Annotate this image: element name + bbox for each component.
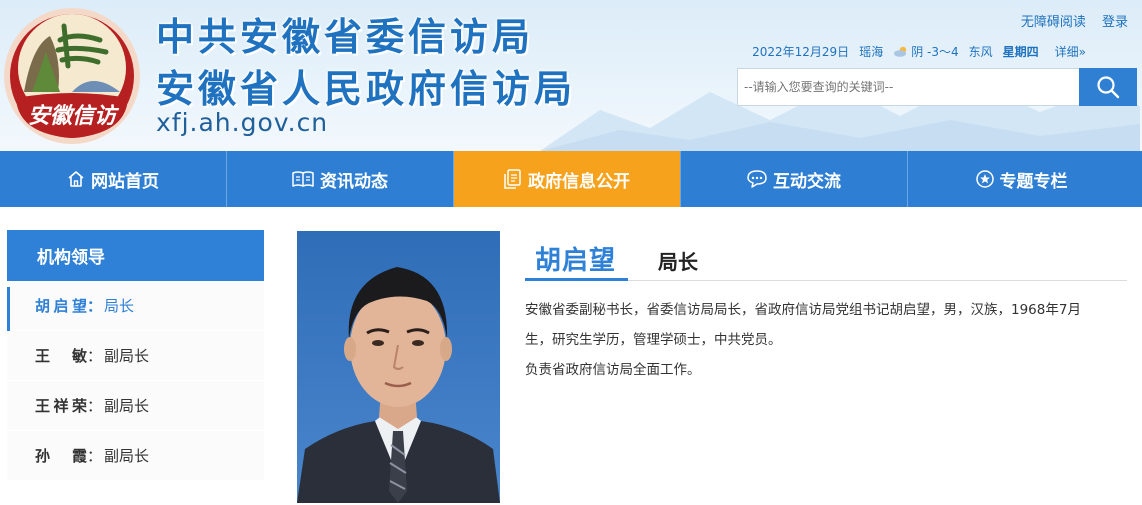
leader-sidebar: 机构领导 胡启望：局长 王敏：副局长 王祥荣：副局长 孙霞：副局长 — [7, 230, 264, 481]
leader-role: 副局长 — [104, 447, 150, 465]
svg-text:安徽信访: 安徽信访 — [28, 103, 120, 129]
sidebar-item-leader[interactable]: 王祥荣：副局长 — [7, 381, 264, 431]
duty-text: 负责省政府信访局全面工作。 — [525, 362, 701, 378]
nav-label: 网站首页 — [91, 171, 159, 192]
search-icon — [1097, 76, 1120, 99]
sidebar-item-leader[interactable]: 王敏：副局长 — [7, 331, 264, 381]
main-nav: 网站首页 资讯动态 政府信息公开 互动交流 专题专栏 — [0, 151, 1142, 207]
top-links: 无障碍阅读 登录 — [1009, 11, 1128, 30]
bio-line: 安徽省委副秘书长，省委信访局局长，省政府信访局党组书记胡启望，男，汉族，1968… — [525, 302, 1081, 318]
leader-role: 副局长 — [104, 397, 150, 415]
document-icon — [504, 169, 521, 189]
sidebar-heading: 机构领导 — [7, 230, 264, 281]
leader-name: 王敏 — [35, 347, 87, 365]
bio-line: 生，研究生学历，管理学硕士，中共党员。 — [525, 332, 782, 348]
site-title-line1: 中共安徽省委信访局 — [156, 15, 535, 59]
nav-item-special[interactable]: 专题专栏 — [908, 151, 1135, 207]
nav-item-gov-info[interactable]: 政府信息公开 — [454, 151, 681, 207]
weather-condition: 阴 -3～4 — [911, 45, 959, 59]
nav-item-news[interactable]: 资讯动态 — [227, 151, 454, 207]
weather-detail-link[interactable]: 详细» — [1055, 43, 1086, 60]
leader-role: 副局长 — [104, 347, 150, 365]
cloudy-weather-icon — [894, 46, 907, 57]
detail-leader-name: 胡启望 — [535, 246, 617, 276]
detail-leader-title: 局长 — [658, 250, 698, 274]
nav-label: 政府信息公开 — [528, 171, 630, 192]
name-underline — [525, 278, 628, 281]
leader-bio: 安徽省委副秘书长，省委信访局局长，省政府信访局党组书记胡启望，男，汉族，1968… — [525, 295, 1127, 385]
site-header: 安徽信访 中共安徽省委信访局 安徽省人民政府信访局 xfj.ah.gov.cn … — [0, 0, 1142, 151]
leader-name: 孙霞 — [35, 447, 87, 465]
leader-name: 王祥荣 — [35, 397, 87, 415]
sidebar-item-leader[interactable]: 孙霞：副局长 — [7, 431, 264, 481]
leader-name: 胡启望 — [35, 297, 87, 315]
site-domain: xfj.ah.gov.cn — [156, 108, 329, 137]
separator-colon: ： — [87, 397, 103, 415]
accessibility-link[interactable]: 无障碍阅读 — [1021, 15, 1086, 30]
weather-city: 瑶海 — [859, 45, 884, 59]
leader-role: 局长 — [104, 297, 135, 315]
site-title-line2: 安徽省人民政府信访局 — [156, 67, 577, 111]
search-button[interactable] — [1079, 68, 1137, 106]
login-link[interactable]: 登录 — [1102, 15, 1128, 30]
leader-list: 胡启望：局长 王敏：副局长 王祥荣：副局长 孙霞：副局长 — [7, 281, 264, 481]
chat-icon — [747, 170, 767, 188]
nav-label: 互动交流 — [773, 171, 841, 192]
leader-detail: 胡启望 局长 安徽省委副秘书长，省委信访局局长，省政府信访局党组书记胡启望，男，… — [525, 238, 1127, 385]
detail-header: 胡启望 局长 — [525, 238, 1127, 281]
separator-colon: ： — [87, 297, 103, 315]
separator-colon: ： — [87, 447, 103, 465]
nav-item-interaction[interactable]: 互动交流 — [681, 151, 908, 207]
sidebar-item-leader[interactable]: 胡启望：局长 — [7, 281, 264, 331]
book-icon — [292, 171, 314, 187]
star-icon — [975, 170, 994, 188]
leader-portrait-photo — [297, 231, 500, 503]
home-icon — [68, 171, 84, 187]
nav-label: 专题专栏 — [999, 171, 1068, 192]
weekday: 星期四 — [1002, 45, 1039, 59]
current-date: 2022年12月29日 — [752, 45, 850, 59]
separator-colon: ： — [87, 347, 103, 365]
site-logo-emblem: 安徽信访 — [4, 8, 140, 144]
nav-item-home[interactable]: 网站首页 — [0, 151, 227, 207]
date-weather-bar: 2022年12月29日 瑶海 阴 -3～4 东风 星期四 详细» — [752, 43, 1086, 60]
weather-wind: 东风 — [968, 45, 993, 59]
nav-label: 资讯动态 — [320, 171, 388, 192]
search-input[interactable] — [737, 68, 1080, 106]
